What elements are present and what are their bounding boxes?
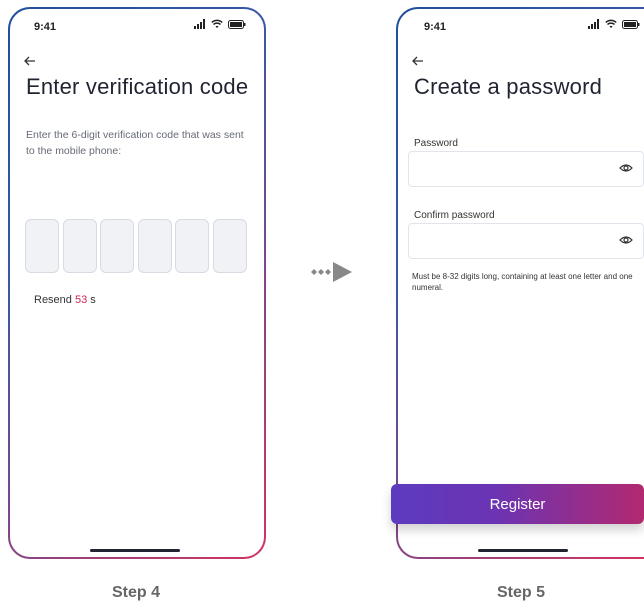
page-title: Create a password bbox=[414, 74, 603, 99]
step-label-5: Step 5 bbox=[497, 584, 546, 601]
system-icons bbox=[588, 19, 640, 29]
code-digit-5[interactable] bbox=[175, 219, 209, 273]
status-time: 9:41 bbox=[424, 21, 447, 33]
battery-icon bbox=[228, 19, 246, 29]
system-icons bbox=[194, 19, 246, 29]
phone-screen-step5: 9:41 Create a password Password Confirm … bbox=[398, 9, 644, 557]
signal-icon bbox=[588, 19, 599, 29]
battery-icon bbox=[622, 19, 640, 29]
register-button[interactable]: Register bbox=[391, 484, 644, 524]
status-time: 9:41 bbox=[34, 21, 57, 33]
password-hint: Must be 8-32 digits long, containing at … bbox=[412, 272, 633, 292]
code-digit-4[interactable] bbox=[138, 219, 172, 273]
eye-icon[interactable] bbox=[619, 163, 633, 173]
signal-icon bbox=[194, 19, 205, 29]
resend-timer: Resend 53 s bbox=[34, 294, 96, 306]
resend-label: Resend bbox=[34, 294, 72, 306]
home-indicator bbox=[478, 549, 568, 552]
resend-countdown: 53 bbox=[74, 294, 88, 306]
status-bar: 9:41 bbox=[398, 9, 644, 35]
code-digit-6[interactable] bbox=[213, 219, 247, 273]
back-arrow-icon[interactable] bbox=[24, 53, 36, 69]
resend-unit: s bbox=[90, 294, 96, 306]
password-label: Password bbox=[414, 138, 458, 149]
phone-frame-step5: 9:41 Create a password Password Confirm … bbox=[396, 7, 644, 559]
step-label-4: Step 4 bbox=[112, 584, 161, 601]
wifi-icon bbox=[605, 19, 617, 28]
instruction-text: Enter the 6-digit verification code that… bbox=[26, 129, 244, 157]
code-digit-3[interactable] bbox=[100, 219, 134, 273]
confirm-password-field[interactable] bbox=[408, 223, 644, 259]
wifi-icon bbox=[211, 19, 223, 28]
phone-frame-step4: 9:41 Enter verification code Enter the 6… bbox=[8, 7, 266, 559]
code-digit-1[interactable] bbox=[25, 219, 59, 273]
back-arrow-icon[interactable] bbox=[412, 53, 424, 69]
confirm-password-label: Confirm password bbox=[414, 210, 495, 221]
password-field[interactable] bbox=[408, 151, 644, 187]
phone-screen-step4: 9:41 Enter verification code Enter the 6… bbox=[10, 9, 264, 557]
home-indicator bbox=[90, 549, 180, 552]
flow-arrow-icon bbox=[309, 261, 353, 288]
code-digit-2[interactable] bbox=[63, 219, 97, 273]
eye-icon[interactable] bbox=[619, 235, 633, 245]
page-title: Enter verification code bbox=[26, 74, 249, 99]
status-bar: 9:41 bbox=[10, 9, 264, 35]
